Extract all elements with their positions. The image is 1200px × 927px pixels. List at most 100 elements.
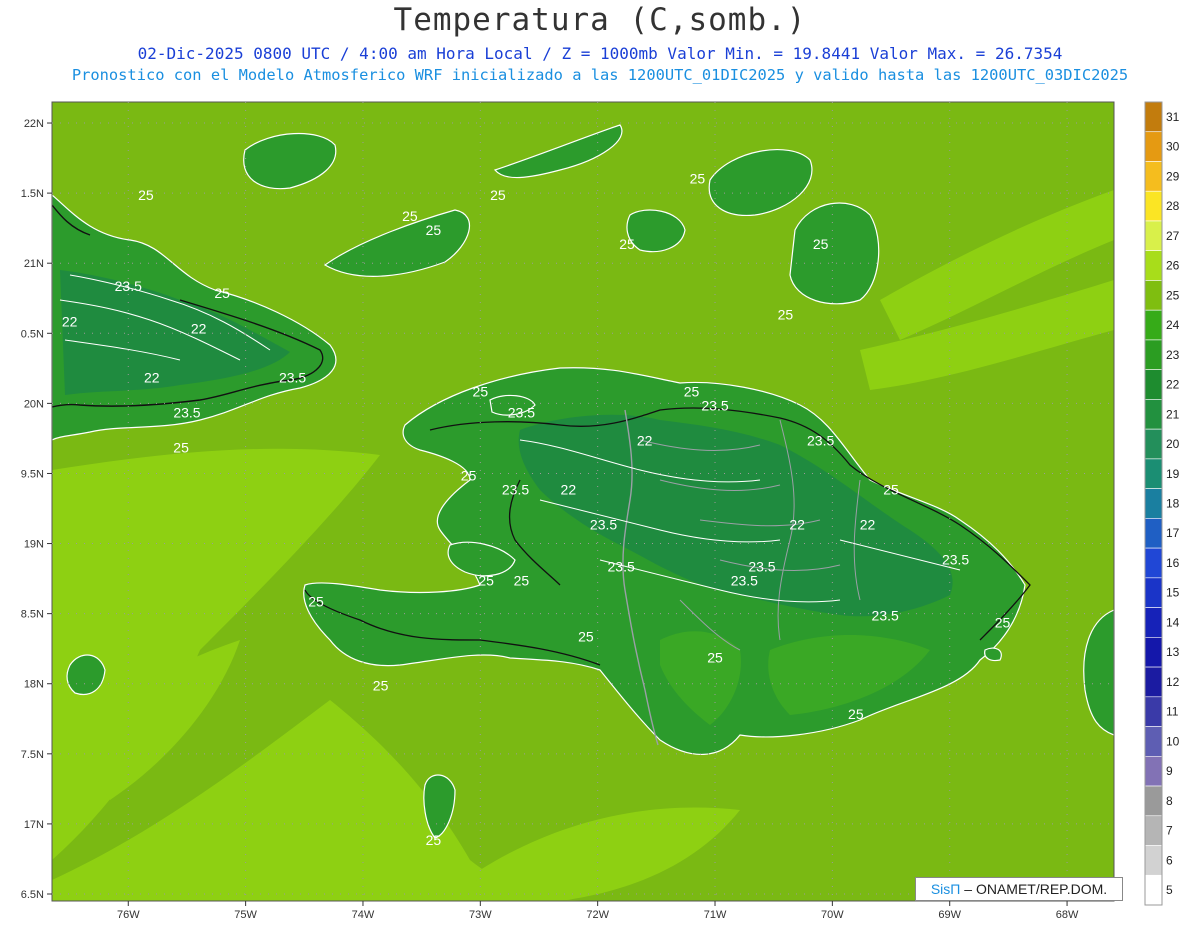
longitude-label: 74W: [352, 909, 375, 921]
contour-value-label: 25: [778, 306, 794, 322]
latitude-label: 18N: [24, 679, 44, 691]
latitude-label: 8.5N: [21, 609, 44, 621]
color-bar-swatch: [1144, 131, 1163, 162]
contour-value-label: 23.5: [590, 517, 617, 533]
color-bar-swatch: [1144, 339, 1163, 370]
color-bar-label: 13: [1166, 645, 1180, 659]
island-northeast-b: [789, 202, 880, 305]
contour-value-label: 22: [191, 320, 207, 336]
contour-value-label: 25: [478, 573, 494, 589]
contour-value-label: 25: [707, 650, 723, 666]
latitude-label: 17N: [24, 819, 44, 831]
longitude-label: 71W: [704, 909, 727, 921]
color-bar-swatch: [1144, 755, 1163, 787]
contour-value-label: 23.5: [115, 278, 142, 294]
contour-value-label: 23.5: [872, 608, 899, 624]
contour-value-label: 23.5: [701, 397, 728, 413]
contour-value-label: 25: [848, 706, 864, 722]
color-bar-swatch: [1144, 547, 1163, 579]
latitude-labels: 22N 1.5N 21N 0.5N 20N 9.5N 19N 8.5N 18N 7.5N 17N 6.…: [21, 118, 44, 901]
color-bar-label: 8: [1166, 794, 1173, 808]
contour-value-label: 25: [813, 236, 829, 252]
island-saona: [984, 647, 1002, 662]
latitude-label: 6.5N: [21, 889, 44, 901]
contour-value-label: 22: [637, 432, 653, 448]
color-bar-swatch: [1144, 815, 1163, 846]
longitude-labels: 76W 75W 74W 73W 72W 71W 70W 69W 68W: [117, 909, 1079, 921]
color-bar-label: 24: [1166, 318, 1180, 332]
map-canvas[interactable]: 22N 1.5N 21N 0.5N 20N 9.5N 19N 8.5N 18N 7.5N 17N 6.…: [0, 0, 1200, 927]
contour-value-label: 25: [308, 594, 324, 610]
longitude-label: 76W: [117, 909, 140, 921]
color-bar-swatch: [1144, 399, 1163, 430]
color-bar-swatch: [1144, 280, 1163, 311]
map-field: [52, 102, 1114, 901]
color-bar-swatch: [1144, 845, 1163, 876]
contour-value-label: 25: [490, 187, 506, 203]
contour-value-label: 23.5: [508, 404, 535, 420]
contour-value-label: 25: [619, 236, 635, 252]
latitude-label: 9.5N: [21, 468, 44, 480]
color-bar-label: 19: [1166, 467, 1180, 481]
color-bar-swatch: [1144, 726, 1163, 757]
color-bar-label: 23: [1166, 348, 1180, 362]
color-bar-label: 12: [1166, 675, 1180, 689]
contour-value-label: 25: [426, 222, 442, 238]
color-bar-label: 9: [1166, 764, 1173, 778]
longitude-label: 68W: [1056, 909, 1079, 921]
contour-value-label: 22: [62, 313, 78, 329]
color-bar-swatch: [1144, 161, 1163, 192]
contour-value-label: 23.5: [173, 404, 200, 420]
contour-value-label: 25: [514, 573, 530, 589]
color-bar-label: 5: [1166, 883, 1173, 897]
color-bar-label: 16: [1166, 556, 1180, 570]
contour-value-label: 25: [578, 629, 594, 645]
color-bar-swatch: [1144, 785, 1163, 817]
color-scale-bar: 31 30 29 28 27 26 25 24 23 22 21 20 19 18 17 16 15 14 13 12…: [1144, 101, 1180, 906]
latitude-label: 0.5N: [21, 328, 44, 340]
color-bar-swatch: [1144, 458, 1163, 489]
contour-value-label: 22: [789, 517, 805, 533]
color-bar-label: 20: [1166, 437, 1180, 451]
latitude-label: 1.5N: [21, 188, 44, 200]
contour-value-label: 23.5: [608, 559, 635, 575]
color-bar-swatch: [1144, 309, 1163, 341]
contour-value-label: 23.5: [731, 573, 758, 589]
color-bar-swatch: [1144, 190, 1163, 222]
contour-value-label: 23.5: [807, 432, 834, 448]
latitude-label: 22N: [24, 118, 44, 130]
contour-value-label: 22: [144, 369, 160, 385]
color-bar-label: 17: [1166, 526, 1180, 540]
contour-value-label: 25: [473, 383, 489, 399]
color-bar-swatch: [1144, 250, 1163, 281]
color-bar-label: 15: [1166, 586, 1180, 600]
contour-value-label: 25: [426, 832, 442, 848]
contour-value-label: 23.5: [942, 552, 969, 568]
credit-badge: SisΠ – ONAMET/REP.DOM.: [915, 877, 1123, 901]
latitude-label: 21N: [24, 258, 44, 270]
color-bar-label: 22: [1166, 378, 1180, 392]
color-bar-label: 25: [1166, 288, 1180, 302]
color-bar-label: 28: [1166, 199, 1180, 213]
color-bar-swatch: [1144, 666, 1163, 698]
color-bar-swatch: [1144, 607, 1163, 638]
color-bar-label: 26: [1166, 259, 1180, 273]
contour-value-label: 23.5: [502, 481, 529, 497]
latitude-label: 20N: [24, 398, 44, 410]
longitude-label: 69W: [938, 909, 961, 921]
brand-logo-text: SisΠ: [930, 881, 961, 897]
color-bar-label: 21: [1166, 407, 1180, 421]
color-bar-label: 27: [1166, 229, 1180, 243]
color-bar-swatch: [1144, 101, 1163, 133]
color-bar-label: 6: [1166, 853, 1173, 867]
longitude-label: 72W: [586, 909, 609, 921]
contour-value-label: 25: [883, 481, 899, 497]
latitude-label: 19N: [24, 539, 44, 551]
contour-value-label: 25: [138, 187, 154, 203]
contour-value-label: 22: [860, 517, 876, 533]
contour-value-label: 25: [402, 208, 418, 224]
contour-value-label: 25: [690, 170, 706, 186]
color-bar-label: 10: [1166, 734, 1180, 748]
color-bar-label: 31: [1166, 110, 1180, 124]
color-bar-swatch: [1144, 874, 1163, 906]
